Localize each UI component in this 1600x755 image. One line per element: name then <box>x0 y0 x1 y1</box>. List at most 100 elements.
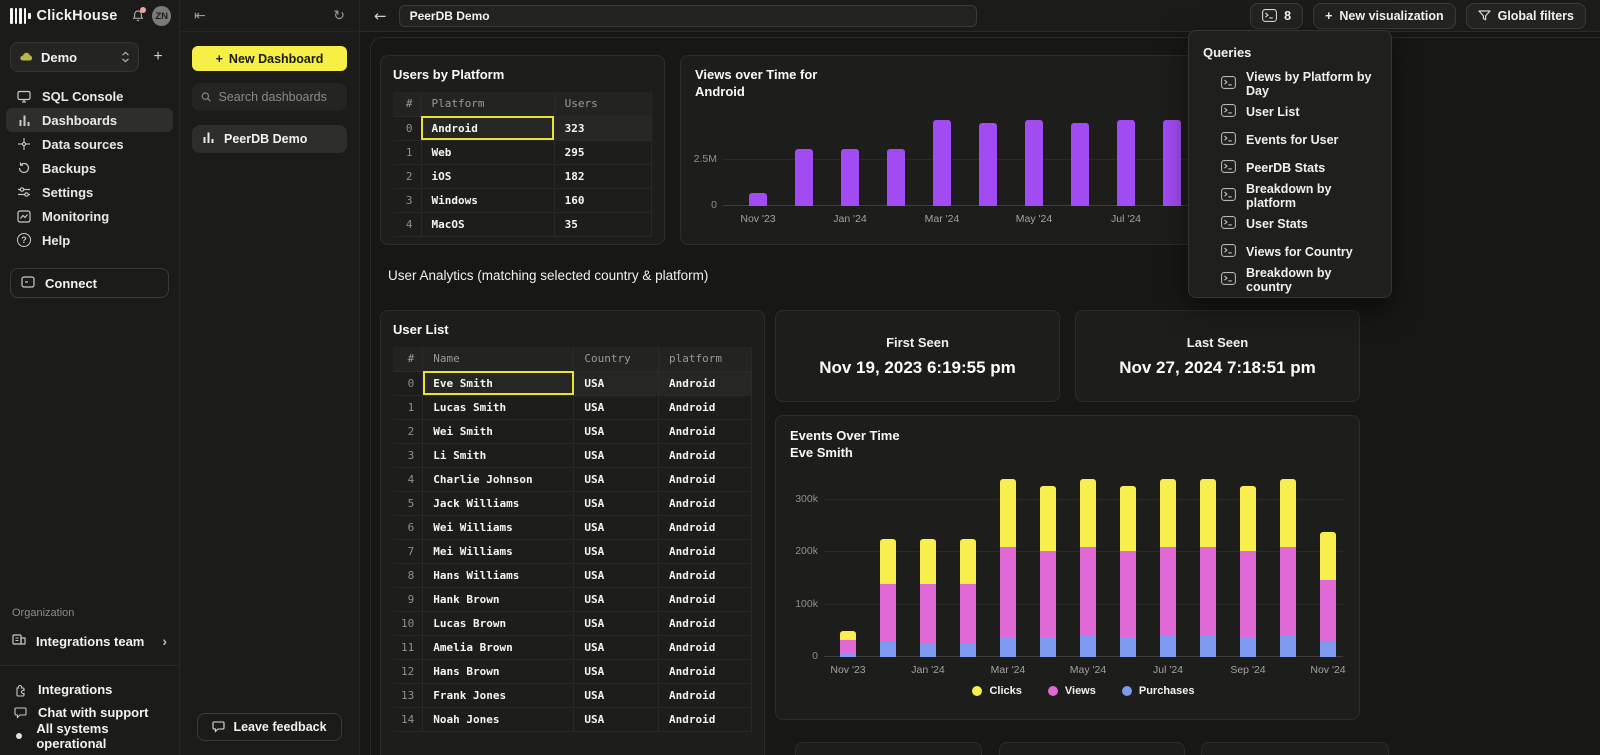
sidebar-item-dashboards[interactable]: Dashboards <box>6 108 173 132</box>
table-cell[interactable]: 160 <box>554 188 651 212</box>
table-cell[interactable]: Amelia Brown <box>423 635 574 659</box>
notifications-bell-icon[interactable] <box>129 7 146 25</box>
table-cell[interactable]: 3 <box>393 443 423 467</box>
avatar[interactable]: ZN <box>152 6 171 26</box>
table-cell[interactable]: Li Smith <box>423 443 574 467</box>
stacked-bar[interactable] <box>1200 474 1216 657</box>
table-cell[interactable]: 10 <box>393 611 423 635</box>
table-cell[interactable]: Wei Williams <box>423 515 574 539</box>
stacked-bar[interactable] <box>1120 474 1136 657</box>
table-cell[interactable]: USA <box>574 419 659 443</box>
queries-count-button[interactable]: 8 <box>1250 3 1303 29</box>
sidebar-item-data-sources[interactable]: Data sources <box>6 132 173 156</box>
sidebar-item-settings[interactable]: Settings <box>6 180 173 204</box>
stacked-bar[interactable] <box>1080 474 1096 657</box>
global-filters-button[interactable]: Global filters <box>1466 3 1586 29</box>
table-cell[interactable]: 295 <box>554 140 651 164</box>
table-cell[interactable]: iOS <box>421 164 554 188</box>
stacked-bar[interactable] <box>1280 474 1296 657</box>
query-item-peerdb-stats[interactable]: PeerDB Stats <box>1189 154 1391 182</box>
sidebar-item-sql-console[interactable]: SQL Console <box>6 84 173 108</box>
bar[interactable] <box>979 123 997 206</box>
stacked-bar[interactable] <box>920 474 936 657</box>
table-cell[interactable]: USA <box>574 491 659 515</box>
stacked-bar[interactable] <box>1040 474 1056 657</box>
table-cell[interactable]: Android <box>659 659 752 683</box>
table-cell[interactable]: Windows <box>421 188 554 212</box>
bar[interactable] <box>749 193 767 206</box>
stacked-bar[interactable] <box>1000 474 1016 657</box>
table-cell[interactable]: 1 <box>393 395 423 419</box>
table-cell[interactable]: Eve Smith <box>423 371 574 395</box>
table-cell[interactable]: USA <box>574 611 659 635</box>
table-cell[interactable]: Hank Brown <box>423 587 574 611</box>
back-button[interactable]: ← <box>374 7 387 25</box>
table-cell[interactable]: 9 <box>393 587 423 611</box>
sidebar-item-monitoring[interactable]: Monitoring <box>6 204 173 228</box>
bar[interactable] <box>887 149 905 206</box>
query-item-user-list[interactable]: User List <box>1189 98 1391 126</box>
table-cell[interactable]: Android <box>659 491 752 515</box>
bar[interactable] <box>933 120 951 206</box>
query-item-breakdown-by-platform[interactable]: Breakdown by platform <box>1189 182 1391 210</box>
table-cell[interactable]: MacOS <box>421 212 554 236</box>
stacked-bar[interactable] <box>1160 474 1176 657</box>
table-cell[interactable]: 14 <box>393 707 423 731</box>
search-input[interactable] <box>218 90 338 104</box>
bar[interactable] <box>1163 120 1181 206</box>
table-cell[interactable]: 8 <box>393 563 423 587</box>
table-cell[interactable]: Noah Jones <box>423 707 574 731</box>
table-cell[interactable]: Lucas Brown <box>423 611 574 635</box>
table-cell[interactable]: Android <box>659 419 752 443</box>
query-item-views-for-country[interactable]: Views for Country <box>1189 238 1391 266</box>
stacked-bar[interactable] <box>1320 474 1336 657</box>
legend-item-purchases[interactable]: Purchases <box>1122 685 1195 697</box>
table-cell[interactable]: Android <box>421 116 554 140</box>
collapse-panel-icon[interactable]: ⇤ <box>194 9 206 23</box>
org-team-item[interactable]: Integrations team › <box>0 629 179 653</box>
table-cell[interactable]: Frank Jones <box>423 683 574 707</box>
table-cell[interactable]: Android <box>659 563 752 587</box>
table-cell[interactable]: USA <box>574 443 659 467</box>
dashboard-list-item[interactable]: PeerDB Demo <box>192 125 347 153</box>
leave-feedback-button[interactable]: Leave feedback <box>197 713 341 741</box>
table-cell[interactable]: 182 <box>554 164 651 188</box>
table-cell[interactable]: 0 <box>393 371 423 395</box>
connect-button[interactable]: Connect <box>10 268 169 298</box>
table-cell[interactable]: Android <box>659 539 752 563</box>
bar[interactable] <box>795 149 813 206</box>
table-cell[interactable]: USA <box>574 707 659 731</box>
table-cell[interactable]: 11 <box>393 635 423 659</box>
table-cell[interactable]: Android <box>659 443 752 467</box>
stacked-bar[interactable] <box>960 474 976 657</box>
table-cell[interactable]: 6 <box>393 515 423 539</box>
table-cell[interactable]: 4 <box>393 467 423 491</box>
bar[interactable] <box>1117 120 1135 206</box>
query-item-events-for-user[interactable]: Events for User <box>1189 126 1391 154</box>
table-cell[interactable]: Android <box>659 707 752 731</box>
table-cell[interactable]: 13 <box>393 683 423 707</box>
table-cell[interactable]: Android <box>659 371 752 395</box>
dashboard-title-input[interactable] <box>399 5 977 27</box>
table-cell[interactable]: 2 <box>393 164 421 188</box>
table-cell[interactable]: USA <box>574 395 659 419</box>
table-cell[interactable]: Android <box>659 587 752 611</box>
table-cell[interactable]: USA <box>574 635 659 659</box>
query-item-user-stats[interactable]: User Stats <box>1189 210 1391 238</box>
stacked-bar[interactable] <box>880 474 896 657</box>
add-workspace-button[interactable]: + <box>147 48 169 66</box>
table-cell[interactable]: Android <box>659 683 752 707</box>
table-cell[interactable]: Android <box>659 611 752 635</box>
stacked-bar[interactable] <box>840 474 856 657</box>
table-cell[interactable]: USA <box>574 371 659 395</box>
workspace-select[interactable]: Demo <box>10 42 139 72</box>
stacked-bar[interactable] <box>1240 474 1256 657</box>
legend-item-clicks[interactable]: Clicks <box>972 685 1021 697</box>
table-cell[interactable]: USA <box>574 539 659 563</box>
table-cell[interactable]: Wei Smith <box>423 419 574 443</box>
table-cell[interactable]: Mei Williams <box>423 539 574 563</box>
table-cell[interactable]: 35 <box>554 212 651 236</box>
table-cell[interactable]: USA <box>574 563 659 587</box>
table-cell[interactable]: USA <box>574 683 659 707</box>
sidebar-item-help[interactable]: ?Help <box>6 228 173 252</box>
